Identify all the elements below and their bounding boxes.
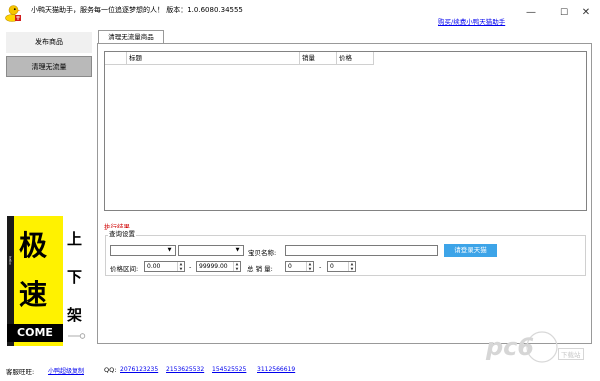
ad-char-su: 速 (19, 278, 48, 311)
ad-char-shang: 上 (67, 230, 83, 248)
sidebar-item-publish[interactable]: 发布商品 (6, 32, 92, 53)
wangwang-link[interactable]: 小鸭超级复制 (48, 366, 84, 375)
spin-arrows-icon[interactable]: ▲ ▼ (348, 262, 355, 271)
price-range-separator: - (189, 263, 192, 271)
ad-char-jia: 架 (67, 306, 83, 324)
tab-clean-no-traffic-goods[interactable]: 清理无流量商品 (98, 30, 164, 44)
qq-link-1[interactable]: 2076123235 (120, 366, 158, 373)
sales-range-separator: - (319, 263, 322, 271)
query-settings-title: 查询设置 (108, 228, 136, 238)
sales-min-input[interactable]: 0 ▲ ▼ (285, 261, 314, 272)
close-button[interactable]: ✕ (577, 6, 595, 20)
goods-list[interactable]: 标题 销量 价格 (104, 51, 587, 211)
main-panel: 清理无流量商品 标题 销量 价格 执行结果 查询设置 ▼ ▼ 宝贝名称: 请登录… (97, 29, 598, 362)
maximize-button[interactable]: ☐ (555, 6, 573, 20)
category-select-1[interactable]: ▼ (110, 245, 176, 256)
ad-come-label: COME (7, 324, 63, 342)
price-max-input[interactable]: 99999.00 ▲ ▼ (196, 261, 241, 272)
qq-link-4[interactable]: 3112566619 (257, 366, 295, 373)
minimize-button[interactable]: — (522, 6, 540, 20)
ad-hello-text: hello (8, 256, 12, 265)
column-header-price[interactable]: 价格 (337, 52, 374, 65)
category-select-2[interactable]: ▼ (178, 245, 244, 256)
ad-key-icon (68, 333, 86, 339)
spin-arrows-icon[interactable]: ▲ ▼ (177, 262, 184, 271)
column-header-sales[interactable]: 销量 (300, 52, 337, 65)
qq-link-2[interactable]: 2153625532 (166, 366, 204, 373)
login-tmall-button[interactable]: 请登录天猫 (444, 244, 497, 257)
watermark-brand-icon: pc6 (485, 331, 558, 363)
qq-link-3[interactable]: 154525525 (212, 366, 246, 373)
watermark-subtitle: 下载站 (558, 348, 584, 360)
price-range-label: 价格区间: (110, 265, 139, 273)
app-logo-icon (5, 5, 21, 22)
svg-text:pc6: pc6 (485, 333, 534, 361)
ad-char-ji: 极 (19, 229, 48, 262)
baobei-name-input[interactable] (285, 245, 438, 256)
price-min-value: 0.00 (147, 263, 161, 270)
sales-min-value: 0 (288, 263, 292, 270)
buy-renew-link[interactable]: 购买/续费小鸭天猫助手 (438, 16, 505, 26)
chevron-down-icon: ▼ (167, 247, 172, 253)
qq-label: QQ: (104, 366, 117, 374)
watermark-logo: pc6 下载站 (480, 327, 590, 367)
window-title: 小鸭天猫助手，服务每一位追逐梦想的人！ 版本：1.0.6080.34555 (31, 6, 243, 14)
total-sales-label: 总 销 量: (247, 265, 273, 273)
sidebar-item-clean-no-traffic[interactable]: 清理无流量 (6, 56, 92, 77)
ad-banner[interactable]: 极 速 上 下 架 COME hello (7, 216, 89, 346)
spin-arrows-icon[interactable]: ▲ ▼ (233, 262, 240, 271)
baobei-name-label: 宝贝名称: (248, 249, 277, 257)
chevron-down-icon: ▼ (235, 247, 240, 253)
sales-max-input[interactable]: 0 ▲ ▼ (327, 261, 356, 272)
price-max-value: 99999.00 (199, 263, 228, 270)
spin-arrows-icon[interactable]: ▲ ▼ (306, 262, 313, 271)
column-header-title[interactable]: 标题 (127, 52, 300, 65)
column-header-checkbox[interactable] (105, 52, 127, 65)
ad-char-xia: 下 (67, 268, 83, 286)
sales-max-value: 0 (330, 263, 334, 270)
title-bar: 小鸭天猫助手，服务每一位追逐梦想的人！ 版本：1.0.6080.34555 购买… (0, 0, 600, 28)
tab-content: 标题 销量 价格 执行结果 查询设置 ▼ ▼ 宝贝名称: 请登录天猫 价格区间:… (97, 43, 592, 344)
price-min-input[interactable]: 0.00 ▲ ▼ (144, 261, 185, 272)
wangwang-label: 客服旺旺: (6, 368, 35, 376)
